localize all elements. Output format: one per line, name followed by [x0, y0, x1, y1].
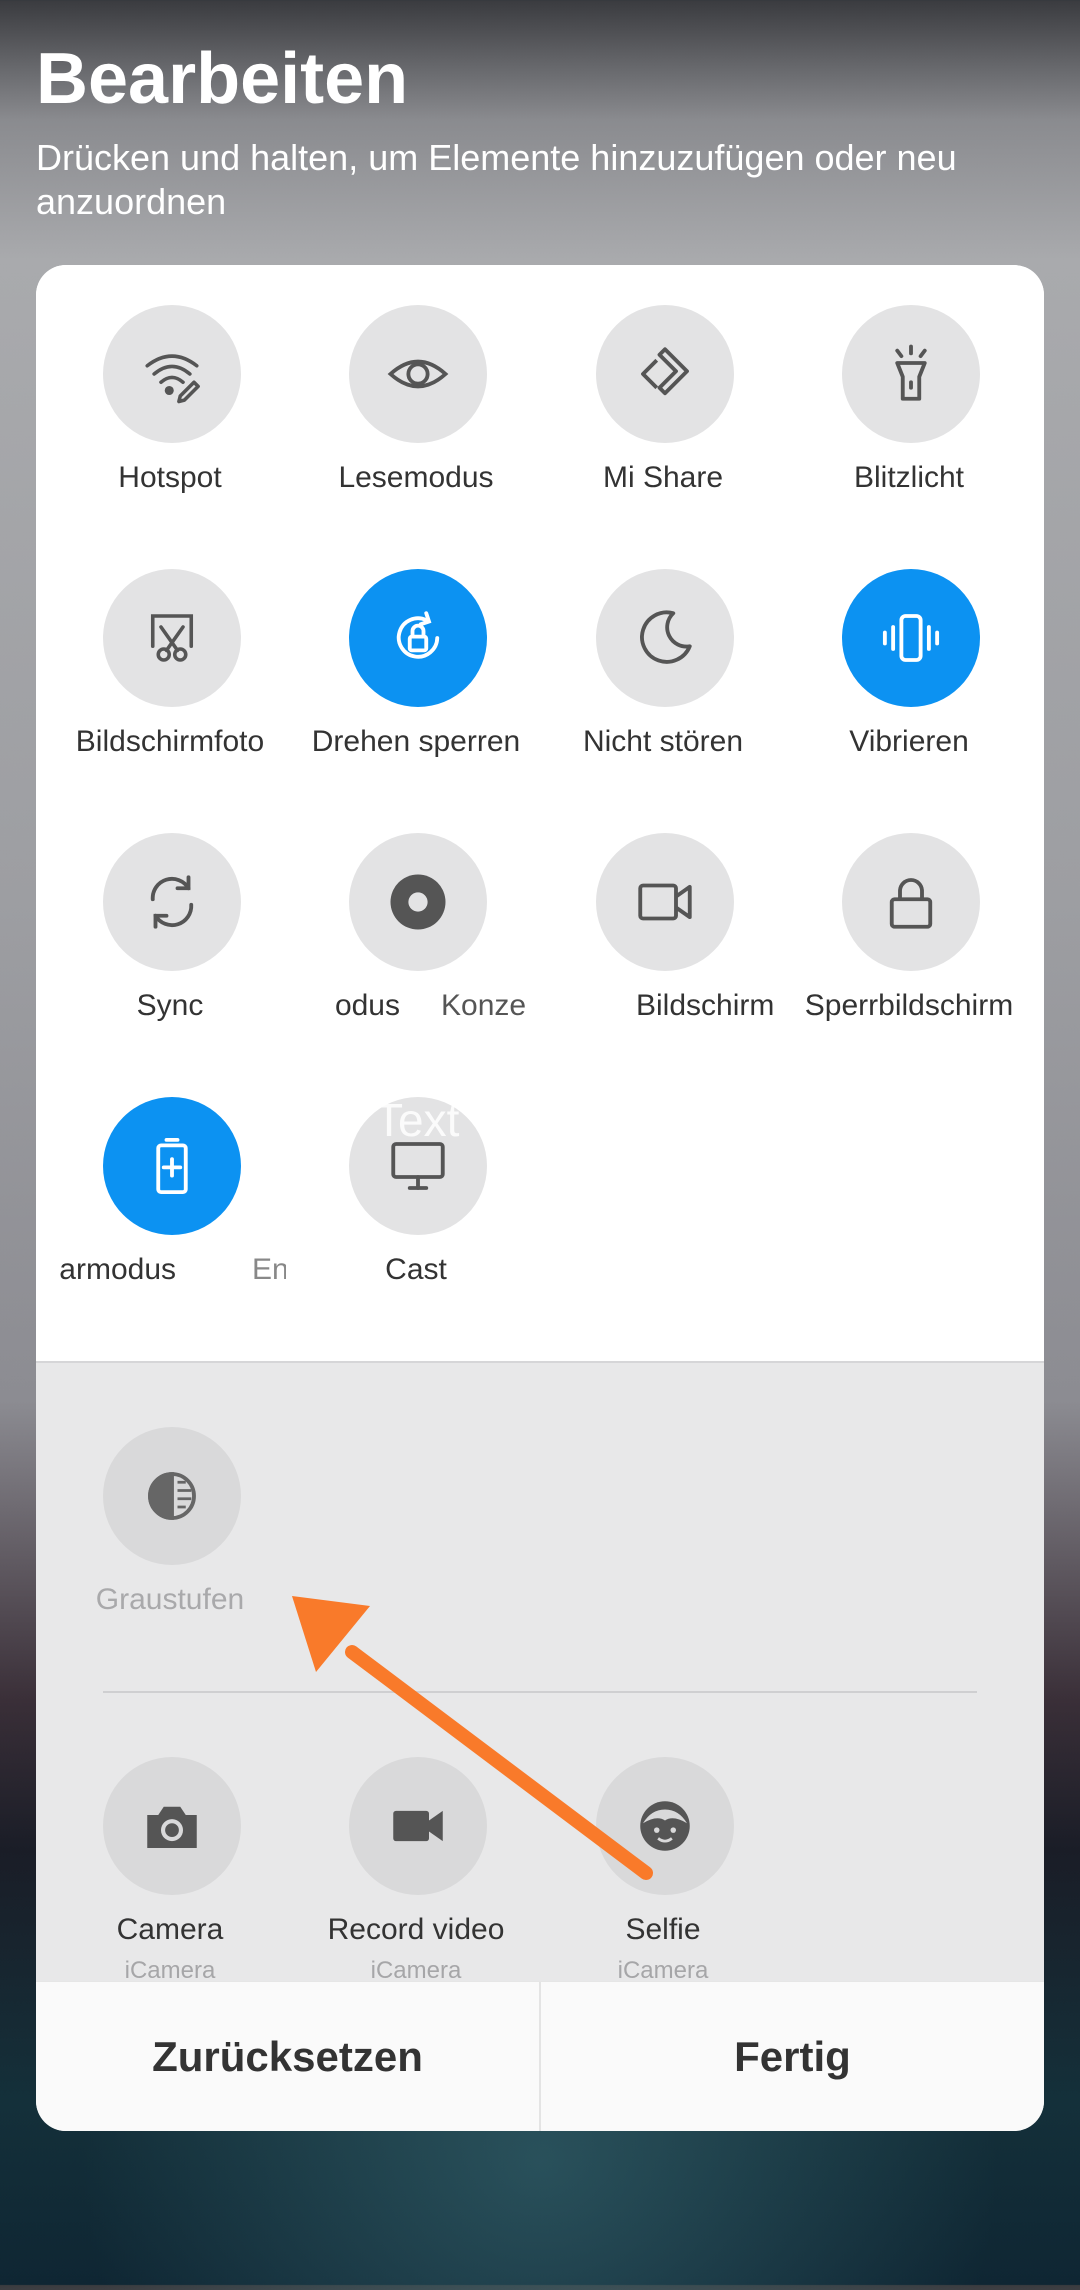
tile-label-armodus: armodus	[59, 1253, 176, 1286]
tile-label: Bildschirmfoto	[75, 725, 265, 758]
tile-nicht-stoeren[interactable]: Nicht stören	[543, 569, 783, 769]
footer-bar: Zurücksetzen Fertig	[36, 1981, 1044, 2131]
tile-label-clipped: odus	[334, 989, 400, 1022]
tile-cast[interactable]: Cast	[296, 1097, 536, 1297]
rotation-lock-icon	[349, 569, 487, 707]
tile-drehen-sperren[interactable]: Drehen sperren	[296, 569, 536, 769]
tile-label: Blitzlicht	[853, 461, 965, 494]
tile-lesemodus[interactable]: Lesemodus	[296, 305, 536, 505]
active-tiles-section: Hotspot Lesemodus Mi Share Blitzlicht Bi…	[36, 265, 1044, 1361]
grayscale-icon	[103, 1427, 241, 1565]
tile-label: Cast	[385, 1253, 447, 1286]
sync-icon	[103, 833, 241, 971]
tile-graustufen[interactable]: Graustufen	[50, 1427, 290, 1627]
record-icon	[349, 833, 487, 971]
eye-icon	[349, 305, 487, 443]
tile-sublabel: iCamera	[370, 1957, 462, 1979]
video-camera-icon	[596, 833, 734, 971]
vibrate-icon	[842, 569, 980, 707]
tile-selfie[interactable]: Selfie iCamera	[543, 1757, 783, 1979]
cast-icon	[349, 1097, 487, 1235]
tile-label: Camera	[116, 1913, 224, 1946]
tile-label: Nicht stören	[582, 725, 744, 758]
tile-sublabel: iCamera	[124, 1957, 216, 1979]
tile-label: Sperrbildschirm	[804, 989, 1014, 1022]
tile-label: Drehen sperren	[311, 725, 521, 758]
lock-icon	[842, 833, 980, 971]
tile-blitzlicht[interactable]: Blitzlicht	[789, 305, 1029, 505]
tile-sublabel: iCamera	[617, 1957, 709, 1979]
page-subtitle: Drücken und halten, um Elemente hinzuzuf…	[36, 137, 957, 222]
done-button[interactable]: Fertig	[541, 1982, 1044, 2131]
tile-label: Record video	[327, 1913, 505, 1946]
tile-label-bildschirm: Bildschirm	[636, 989, 775, 1022]
tile-camera[interactable]: Camera iCamera	[50, 1757, 290, 1979]
moon-icon	[596, 569, 734, 707]
record-video-icon	[349, 1757, 487, 1895]
tile-record-video[interactable]: Record video iCamera	[296, 1757, 536, 1979]
tile-label: Selfie	[625, 1913, 701, 1946]
hotspot-icon	[103, 305, 241, 443]
reset-button[interactable]: Zurücksetzen	[36, 1982, 539, 2131]
tile-sperrbildschirm[interactable]: Sperrbildschirm	[789, 833, 1029, 1033]
mi-share-icon	[596, 305, 734, 443]
tile-label: Graustufen	[95, 1583, 245, 1616]
tile-label: Mi Share	[602, 461, 724, 494]
tile-sync[interactable]: Sync	[50, 833, 290, 1033]
battery-saver-icon	[103, 1097, 241, 1235]
flashlight-icon	[842, 305, 980, 443]
tile-bildschirmfoto[interactable]: Bildschirmfoto	[50, 569, 290, 769]
section-divider	[103, 1691, 977, 1693]
tile-label: Sync	[136, 989, 204, 1022]
tile-label: Lesemodus	[338, 461, 494, 494]
screenshot-icon	[103, 569, 241, 707]
selfie-icon	[596, 1757, 734, 1895]
tile-hotspot[interactable]: Hotspot	[50, 305, 290, 505]
tile-mi-share[interactable]: Mi Share	[543, 305, 783, 505]
page-title: Bearbeiten	[36, 39, 409, 119]
tile-label: Hotspot	[118, 461, 222, 494]
camera-icon	[103, 1757, 241, 1895]
tile-vibrieren[interactable]: Vibrieren	[789, 569, 1029, 769]
edit-panel: Hotspot Lesemodus Mi Share Blitzlicht Bi…	[36, 265, 1044, 2131]
tile-label: Vibrieren	[849, 725, 969, 758]
